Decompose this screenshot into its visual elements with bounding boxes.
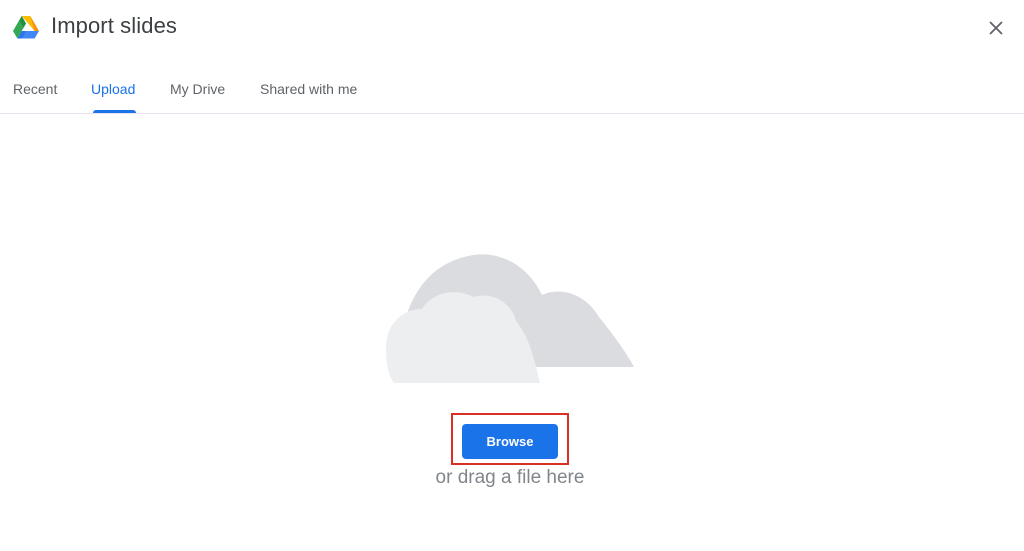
dialog-header: Import slides xyxy=(0,0,1024,56)
active-tab-indicator xyxy=(93,110,136,113)
close-icon xyxy=(989,21,1003,35)
tab-upload[interactable]: Upload xyxy=(91,81,135,97)
tab-my-drive[interactable]: My Drive xyxy=(170,81,225,97)
drag-hint-text: or drag a file here xyxy=(435,467,585,488)
import-slides-dialog: Import slides Recent Upload My Drive Sha… xyxy=(0,0,1024,551)
close-button[interactable] xyxy=(982,14,1010,42)
browse-button[interactable]: Browse xyxy=(462,424,558,459)
dialog-title: Import slides xyxy=(51,13,178,38)
tab-shared-with-me[interactable]: Shared with me xyxy=(260,81,357,97)
google-drive-logo-icon xyxy=(13,16,39,39)
cloud-icon xyxy=(386,254,634,383)
upload-drop-zone[interactable]: Browse or drag a file here xyxy=(0,114,1024,551)
tab-bar: Recent Upload My Drive Shared with me xyxy=(0,64,1024,114)
tab-recent[interactable]: Recent xyxy=(13,81,57,97)
